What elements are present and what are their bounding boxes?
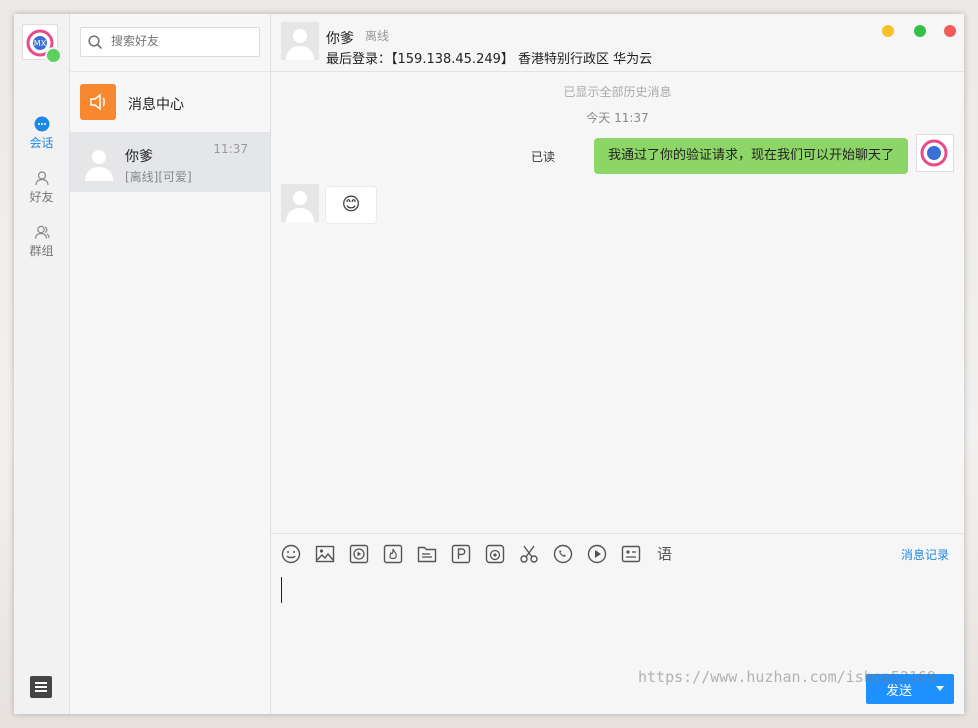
nav-item-label: 群组: [29, 244, 54, 258]
incoming-message-bubble[interactable]: 😊: [325, 186, 377, 224]
maximize-button[interactable]: [914, 25, 926, 37]
image-icon[interactable]: [315, 544, 335, 564]
outgoing-message-row: 已读 我通过了你的验证请求，现在我们可以开始聊天了: [531, 134, 954, 174]
video-icon[interactable]: [349, 544, 369, 564]
fire-icon[interactable]: [383, 544, 403, 564]
contact-avatar[interactable]: [281, 22, 319, 60]
card-icon[interactable]: [621, 544, 641, 564]
message-input[interactable]: [281, 574, 954, 664]
person-icon: [34, 171, 49, 186]
nav-item-label: 会话: [29, 136, 54, 150]
menu-icon[interactable]: [30, 676, 52, 698]
conversation-name: 你爹: [125, 149, 153, 165]
outgoing-message-bubble[interactable]: 我通过了你的验证请求，现在我们可以开始聊天了: [593, 138, 908, 174]
nav-item-groups[interactable]: 群组: [14, 224, 69, 259]
conversation-time: 11:37: [213, 142, 248, 156]
emoji-icon[interactable]: [281, 544, 301, 564]
message-history-link[interactable]: 消息记录: [901, 546, 949, 563]
scissors-icon[interactable]: [519, 544, 539, 564]
play-icon[interactable]: [587, 544, 607, 564]
incoming-message-row: 😊: [281, 184, 481, 228]
chat-window: MX 会话 好友 群组 消息中心: [14, 14, 964, 714]
chat-panel: 你爹 离线 最后登录：【159.138.45.249】 香港特别行政区 华为云 …: [271, 14, 964, 714]
contact-avatar[interactable]: [281, 184, 319, 222]
phone-icon[interactable]: [553, 544, 573, 564]
group-icon: [34, 225, 50, 239]
composer: 语 消息记录 发送: [271, 533, 964, 714]
contact-name: 你爹: [326, 31, 354, 47]
online-status-dot: [45, 47, 62, 64]
conversation-item[interactable]: 你爹 11:37 [离线][可爱]: [70, 132, 270, 192]
close-button[interactable]: [944, 25, 956, 37]
minimize-button[interactable]: [882, 25, 894, 37]
contact-status: 离线: [365, 29, 390, 43]
camera-icon[interactable]: [485, 544, 505, 564]
last-login-info: 最后登录：【159.138.45.249】 香港特别行政区 华为云: [326, 52, 653, 67]
nav-item-friends[interactable]: 好友: [14, 170, 69, 205]
message-center-label: 消息中心: [128, 97, 184, 113]
nav-item-label: 好友: [29, 190, 54, 204]
read-receipt: 已读: [531, 150, 556, 164]
my-message-avatar[interactable]: [916, 134, 954, 172]
svg-text:MX: MX: [34, 39, 47, 48]
file-icon[interactable]: [417, 544, 437, 564]
watermark: https://www.huzhan.com/ishop52169: [638, 668, 937, 686]
chat-bubble-icon: [34, 116, 49, 132]
message-time: 今天 11:37: [586, 111, 649, 125]
contact-avatar: [80, 143, 118, 181]
nav-item-conversations[interactable]: 会话: [14, 116, 69, 151]
conversation-list-panel: 消息中心 你爹 11:37 [离线][可爱]: [70, 14, 271, 714]
chevron-down-icon[interactable]: [936, 686, 944, 691]
history-hint: 已显示全部历史消息: [563, 85, 672, 99]
parking-icon[interactable]: [451, 544, 471, 564]
speaker-icon: [80, 84, 116, 120]
message-center-item[interactable]: 消息中心: [70, 72, 270, 132]
voice-icon[interactable]: 语: [657, 544, 677, 564]
conversation-subtitle: [离线][可爱]: [125, 170, 192, 184]
search-icon: [88, 35, 103, 50]
search-input[interactable]: [109, 33, 253, 49]
side-nav: MX 会话 好友 群组: [14, 14, 70, 714]
chat-header: 你爹 离线 最后登录：【159.138.45.249】 香港特别行政区 华为云: [271, 14, 964, 72]
search-box[interactable]: [80, 27, 260, 57]
